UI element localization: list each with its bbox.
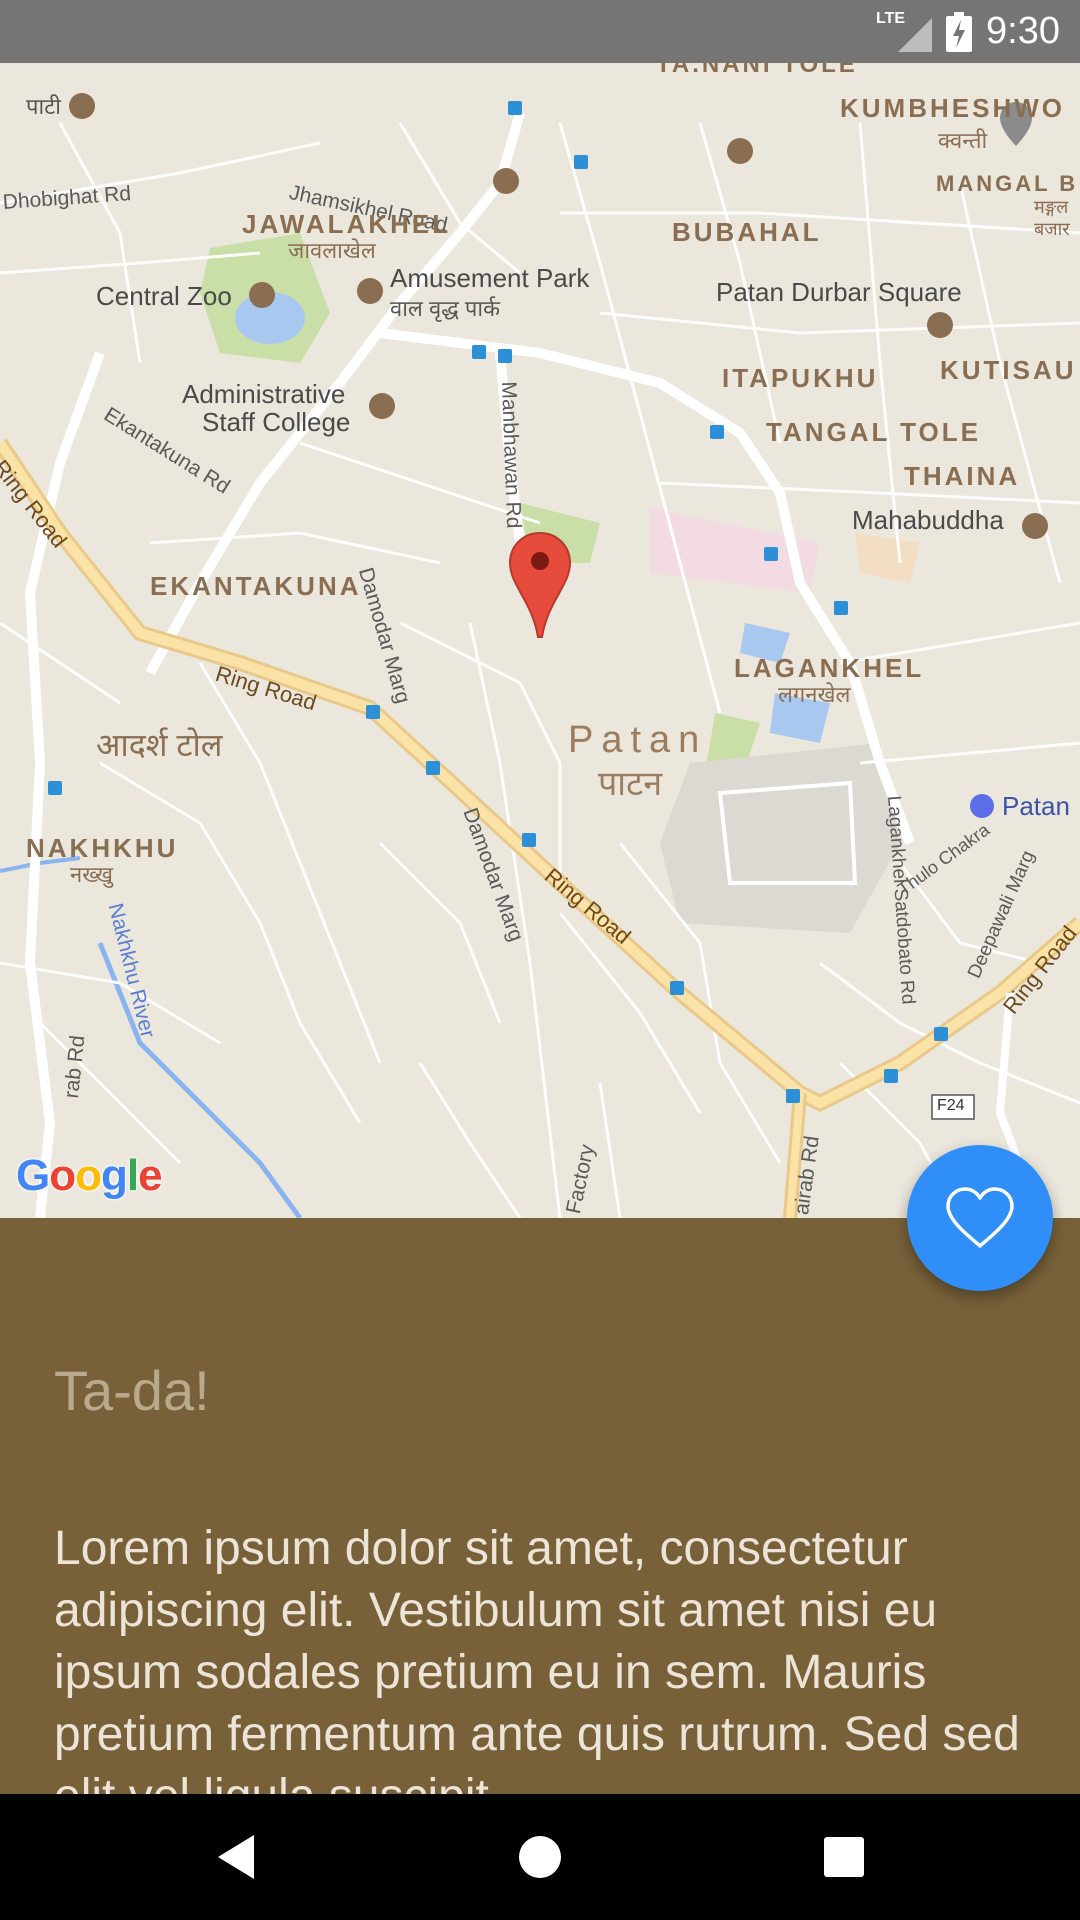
map-label: KUTISAU (940, 355, 1077, 385)
back-triangle-icon (218, 1835, 254, 1879)
panel-body-text: Lorem ipsum dolor sit amet, consectetur … (54, 1522, 1020, 1794)
map-label: Patan (1002, 791, 1070, 821)
google-logo-letter: G (16, 1151, 50, 1200)
map-label: आदर्श टोल (96, 727, 223, 763)
map-label: Amusement Park (390, 263, 590, 293)
map-label: Manbhawan Rd (497, 381, 526, 529)
map-label: नख्खु (70, 862, 113, 887)
google-logo-letter: e (138, 1151, 163, 1200)
map-label: Central Zoo (96, 281, 232, 311)
map-label: पाटन (598, 765, 663, 803)
map-label: BUBAHAL (672, 217, 822, 247)
map-label: Patan Durbar Square (716, 277, 962, 307)
map-label: F24 (937, 1097, 965, 1114)
google-logo-letter: l (126, 1151, 139, 1200)
map-label: मङ्गल (1034, 197, 1069, 217)
google-logo-letter: o (49, 1151, 76, 1200)
google-logo: Google (16, 1151, 163, 1201)
navigation-bar (0, 1794, 1080, 1920)
map-view[interactable]: पाटी Jhamsikhel Road Dhobighat Rd JAWALA… (0, 63, 1080, 1218)
recents-button[interactable] (784, 1794, 904, 1920)
google-logo-letter: o (75, 1151, 102, 1200)
status-time: 9:30 (986, 10, 1060, 52)
map-label: पाटी (26, 94, 61, 119)
home-circle-icon (519, 1836, 561, 1878)
map-label: Staff College (202, 407, 351, 437)
panel-title: Ta-da! (54, 1359, 210, 1422)
map-label: लगनखेल (778, 682, 851, 707)
map-label: बजार (1034, 219, 1070, 239)
map-label: THAINA (904, 461, 1021, 491)
content-panel: Ta-da! Lorem ipsum dolor sit amet, conse… (0, 1218, 1080, 1794)
favorite-fab-button[interactable] (907, 1145, 1053, 1291)
home-button[interactable] (480, 1794, 600, 1920)
signal-icon: LTE (876, 10, 933, 52)
heart-outline-icon (946, 1187, 1014, 1248)
map-label: MANGAL B (936, 171, 1079, 196)
recents-square-icon (824, 1837, 864, 1877)
map-label: KUMBHESHWO (840, 93, 1065, 123)
status-bar: LTE 9:30 (0, 0, 1080, 63)
location-pin-icon[interactable] (508, 531, 572, 639)
map-label: Patan (568, 719, 708, 761)
map-label: क्वन्ती (938, 128, 988, 153)
map-label: TA.NANI TOLE (656, 63, 858, 78)
map-label: Mahabuddha (852, 505, 1004, 535)
map-label: ITAPUKHU (722, 363, 879, 393)
battery-charging-icon (946, 11, 973, 52)
map-label: वाल वृद्ध पार्क (390, 296, 500, 321)
map-label: जावलाखेल (288, 238, 376, 263)
back-button[interactable] (176, 1794, 296, 1920)
map-label: TANGAL TOLE (766, 417, 981, 447)
map-label: Administrative (182, 379, 346, 409)
map-label: EKANTAKUNA (150, 571, 362, 601)
google-logo-letter: g (101, 1151, 128, 1200)
map-roads (0, 93, 1080, 1218)
